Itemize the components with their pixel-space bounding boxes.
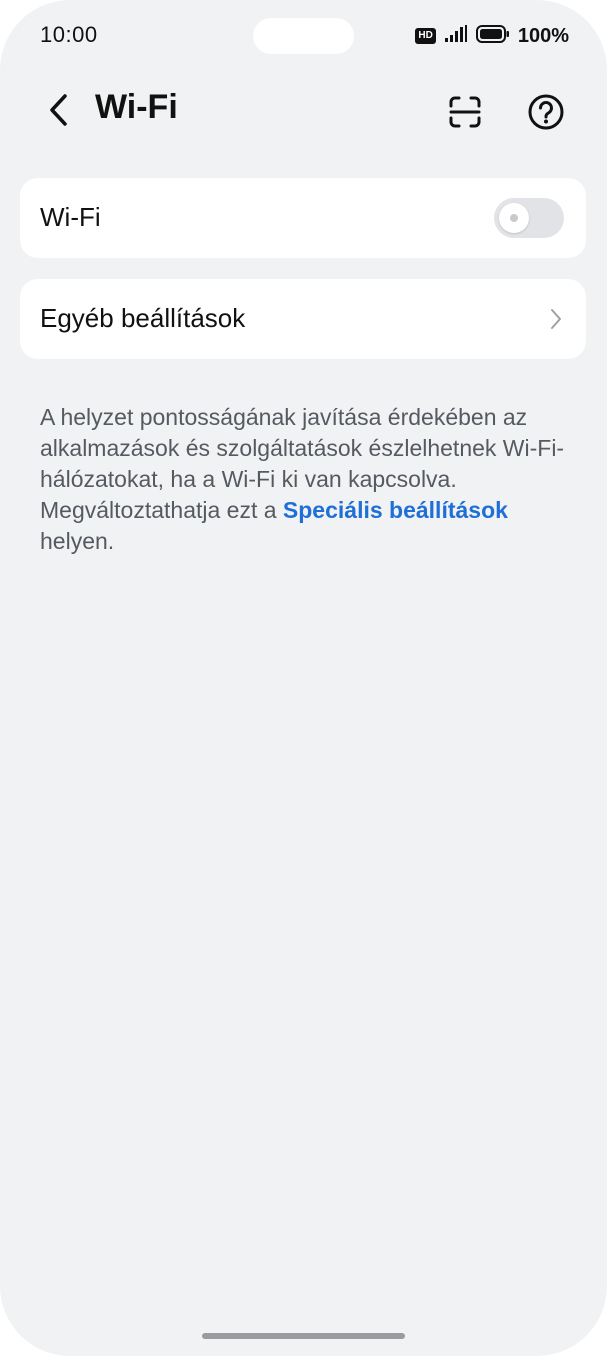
other-settings-label: Egyéb beállítások [40,303,246,333]
chevron-right-icon [551,309,561,329]
scan-icon [449,96,481,128]
other-settings-row[interactable]: Egyéb beállítások [20,279,586,359]
hd-badge: HD [415,28,436,44]
advanced-settings-link[interactable]: Speciális beállítások [283,497,508,523]
wifi-toggle[interactable] [494,198,564,238]
status-bar: 10:00 HD 100% [0,0,607,70]
signal-icon [444,24,468,48]
description-text-end: helyen. [40,528,115,554]
wifi-scanning-description: A helyzet pontosságának javítása érdekéb… [40,402,570,557]
camera-cutout [253,18,354,54]
status-icons: HD 100% [415,24,569,48]
home-indicator[interactable] [202,1333,405,1339]
toggle-knob [499,203,529,233]
wifi-toggle-row[interactable]: Wi-Fi [20,178,586,258]
help-icon [528,94,564,130]
help-button[interactable] [524,90,568,134]
battery-percentage: 100% [517,24,569,47]
status-time: 10:00 [40,22,98,47]
battery-icon [475,24,510,48]
back-arrow-icon [50,94,67,126]
page-title: Wi-Fi [95,88,178,126]
wifi-label: Wi-Fi [40,202,101,232]
phone-screen: 10:00 HD 100% Wi-Fi Wi-Fi Egyéb beállítá… [0,0,607,1356]
back-button[interactable] [38,90,78,130]
header: Wi-Fi [0,80,607,140]
scan-button[interactable] [443,90,487,134]
